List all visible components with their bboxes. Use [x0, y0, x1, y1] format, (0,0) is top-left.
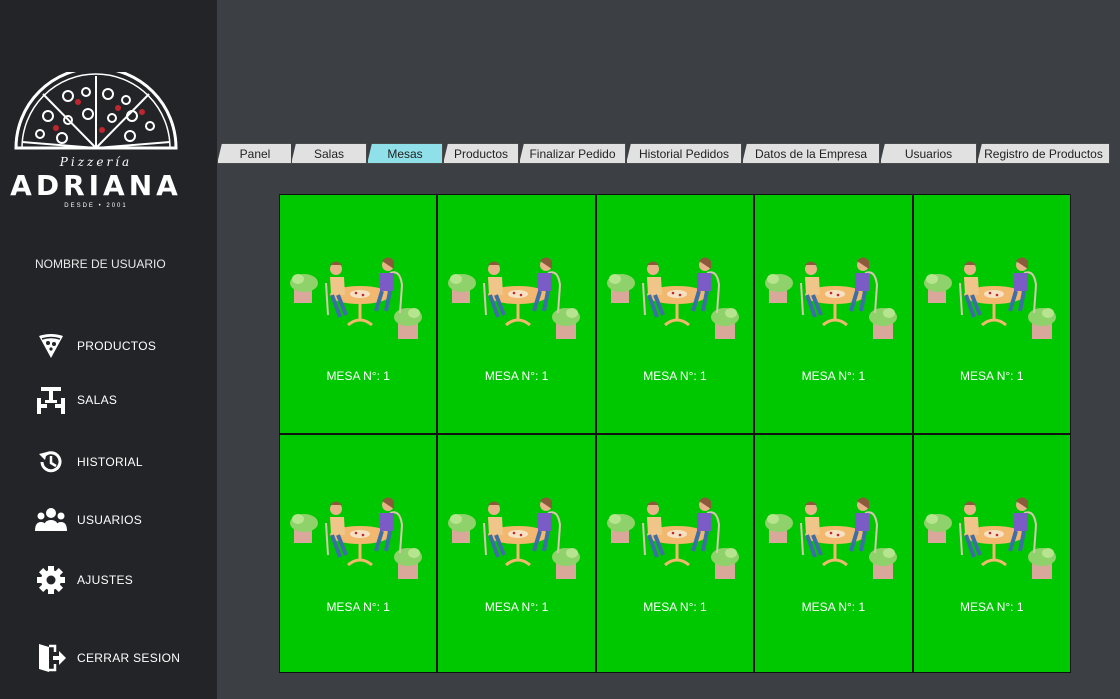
history-icon	[35, 446, 67, 478]
mesa-card[interactable]: MESA N°: 1	[438, 195, 595, 433]
brand-since: DESDE • 2001	[64, 203, 128, 209]
tab-mesas[interactable]: Mesas	[367, 143, 443, 164]
nav-label: USUARIOS	[77, 513, 143, 527]
mesa-label: MESA N°: 1	[326, 369, 390, 383]
tab-panel[interactable]: Panel	[217, 143, 293, 164]
brand-name: ADRIANA	[10, 169, 182, 202]
mesa-card[interactable]: MESA N°: 1	[438, 434, 595, 672]
tab-historial-pedidos[interactable]: Historial Pedidos	[626, 143, 742, 164]
nav-label: SALAS	[77, 393, 118, 407]
mesa-card[interactable]: MESA N°: 1	[596, 434, 754, 672]
mesa-label: MESA N°: 1	[801, 599, 866, 614]
tab-finalizar-pedido[interactable]: Finalizar Pedido	[519, 143, 626, 164]
tab-registro-productos[interactable]: Registro de Productos	[977, 143, 1110, 164]
nav-label: CERRAR SESION	[77, 651, 181, 665]
logout-icon	[35, 642, 67, 674]
tab-salas[interactable]: Salas	[291, 143, 367, 164]
mesa-card[interactable]: MESA N°: 1	[913, 434, 1070, 672]
brand-subtitle: Pizzería	[59, 155, 133, 169]
mesa-label: MESA N°: 1	[484, 369, 549, 383]
mesa-label: MESA N°: 1	[801, 369, 866, 383]
mesa-card[interactable]: MESA N°: 1	[913, 195, 1070, 433]
table-people-illustration-icon	[765, 497, 898, 579]
mesas-grid: MESA N°: 1 MESA N°: 1 MESA N°: 1 MESA N°…	[279, 194, 1071, 673]
mesa-card[interactable]: MESA N°: 1	[755, 195, 912, 433]
table-people-illustration-icon	[923, 257, 1056, 339]
table-people-illustration-icon	[448, 257, 581, 339]
pizzeria-logo: Pizzería ADRIANA DESDE • 2001	[8, 72, 184, 212]
nav-label: HISTORIAL	[77, 455, 143, 469]
mesa-card[interactable]: MESA N°: 1	[755, 434, 912, 672]
table-people-illustration-icon	[290, 257, 422, 339]
mesa-label: MESA N°: 1	[643, 599, 707, 614]
mesa-card[interactable]: MESA N°: 1	[280, 434, 437, 672]
mesa-card[interactable]: MESA N°: 1	[596, 195, 754, 433]
tab-datos-empresa[interactable]: Datos de la Empresa	[742, 143, 880, 164]
mesa-label: MESA N°: 1	[960, 599, 1024, 614]
nav-historial[interactable]: HISTORIAL	[35, 445, 143, 479]
nav-usuarios[interactable]: USUARIOS	[35, 503, 142, 537]
nav-ajustes[interactable]: AJUSTES	[35, 563, 133, 597]
users-icon	[35, 504, 67, 536]
table-icon	[35, 384, 67, 416]
tab-usuarios[interactable]: Usuarios	[880, 143, 977, 164]
table-people-illustration-icon	[765, 257, 898, 339]
table-people-illustration-icon	[606, 257, 739, 339]
table-people-illustration-icon	[290, 497, 422, 579]
mesa-label: MESA N°: 1	[326, 599, 390, 614]
table-people-illustration-icon	[448, 497, 581, 579]
username-label: NOMBRE DE USUARIO	[35, 257, 166, 271]
mesa-label: MESA N°: 1	[484, 599, 549, 614]
nav-label: AJUSTES	[77, 573, 134, 587]
tab-productos[interactable]: Productos	[443, 143, 519, 164]
nav-label: PRODUCTOS	[77, 339, 157, 353]
nav-salas[interactable]: SALAS	[35, 383, 117, 417]
logout-button[interactable]: CERRAR SESION	[35, 641, 180, 675]
mesa-card[interactable]: MESA N°: 1	[280, 195, 437, 433]
table-people-illustration-icon	[923, 497, 1056, 579]
sidebar: Pizzería ADRIANA DESDE • 2001 NOMBRE DE …	[0, 0, 217, 699]
pizza-icon	[35, 330, 67, 362]
nav-productos[interactable]: PRODUCTOS	[35, 329, 156, 363]
mesa-label: MESA N°: 1	[960, 369, 1024, 383]
table-people-illustration-icon	[606, 497, 739, 579]
gear-icon	[35, 564, 67, 596]
pizza-slice-logo-icon	[14, 72, 178, 150]
mesa-label: MESA N°: 1	[643, 369, 707, 383]
